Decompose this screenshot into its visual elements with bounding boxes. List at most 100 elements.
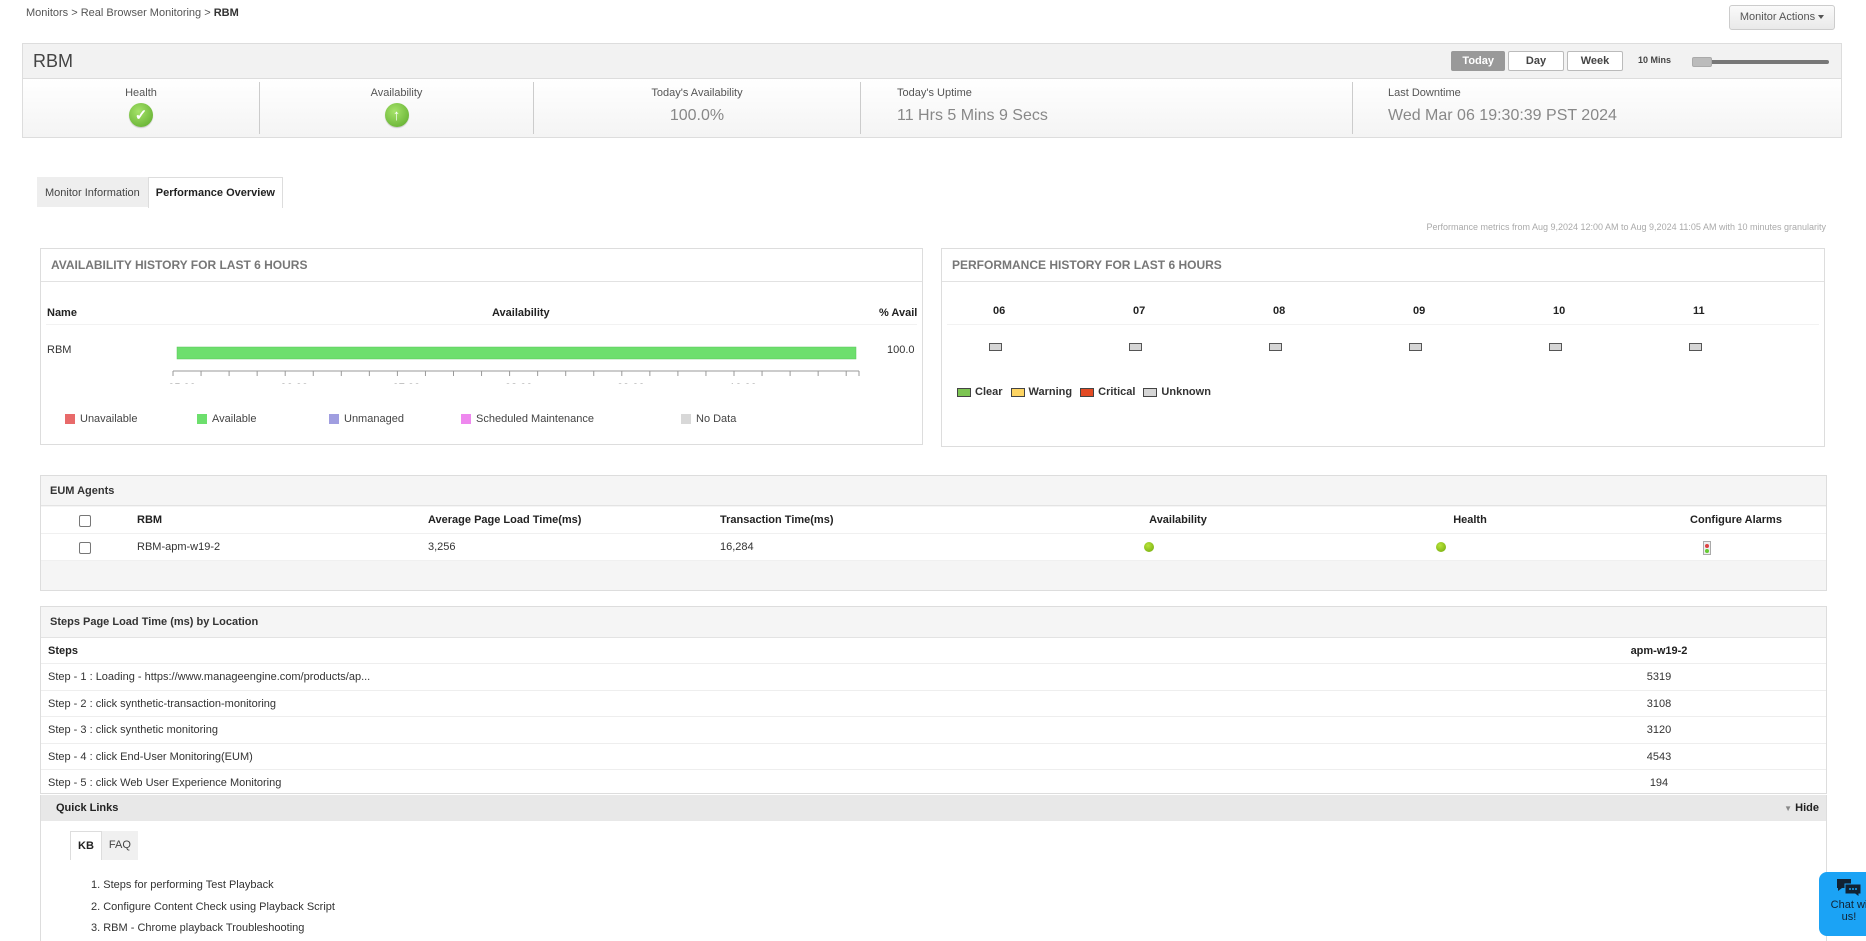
kb-links-list: 1. Steps for performing Test Playback 2.…: [91, 875, 335, 940]
hour-status-box[interactable]: [1549, 343, 1562, 351]
chat-with-us-button[interactable]: Chat wi us!: [1819, 872, 1866, 936]
kb-link[interactable]: 1. Steps for performing Test Playback: [91, 875, 335, 897]
step-name: Step - 3 : click synthetic monitoring: [48, 724, 218, 737]
legend-item: Unmanaged: [329, 413, 404, 425]
hour-status-box[interactable]: [989, 343, 1002, 351]
hour-status-box[interactable]: [1269, 343, 1282, 351]
quick-links-title: Quick Links: [56, 802, 119, 814]
step-value: 4543: [1646, 750, 1672, 763]
hour-status-box[interactable]: [1689, 343, 1702, 351]
axis-tick-label: 05:00: [168, 382, 196, 384]
performance-history-title: PERFORMANCE HISTORY FOR LAST 6 HOURS: [942, 249, 1824, 282]
availability-history-title: AVAILABILITY HISTORY FOR LAST 6 HOURS: [41, 249, 922, 282]
eum-agents-panel: EUM Agents RBM Average Page Load Time(ms…: [40, 475, 1827, 591]
granularity-slider-handle[interactable]: [1692, 57, 1712, 67]
last-downtime-value: Wed Mar 06 19:30:39 PST 2024: [1388, 107, 1617, 124]
monitor-tabs: Monitor Information Performance Overview: [37, 177, 283, 208]
breadcrumb-separator: >: [201, 7, 214, 19]
legend-label: Unknown: [1161, 386, 1211, 398]
legend-swatch: [681, 414, 691, 424]
legend-swatch: [329, 414, 339, 424]
monitor-actions-label: Monitor Actions: [1739, 11, 1816, 23]
todays-uptime-value: 11 Hrs 5 Mins 9 Secs: [897, 107, 1048, 124]
period-today-button[interactable]: Today: [1451, 51, 1505, 71]
legend-item: Clear: [957, 386, 1003, 398]
hour-label: 11: [1693, 305, 1705, 317]
legend-label: No Data: [696, 413, 737, 425]
tab-performance-overview[interactable]: Performance Overview: [147, 177, 283, 208]
step-name: Step - 5 : click Web User Experience Mon…: [48, 776, 282, 789]
monitor-title: RBM: [33, 51, 73, 71]
granularity-slider[interactable]: [1692, 57, 1829, 67]
breadcrumb-monitors[interactable]: Monitors: [26, 7, 68, 19]
legend-item: Unknown: [1143, 386, 1211, 398]
step-value: 3108: [1646, 697, 1672, 710]
column-configure-alarms: Configure Alarms: [1690, 514, 1782, 526]
eum-agent-row: RBM-apm-w19-2 3,256 16,284: [41, 534, 1826, 561]
legend-item: Unavailable: [65, 413, 137, 425]
step-name: Step - 4 : click End-User Monitoring(EUM…: [48, 750, 253, 763]
performance-metrics-note: Performance metrics from Aug 9,2024 12:0…: [1426, 222, 1826, 232]
legend-item: Available: [197, 413, 256, 425]
legend-swatch: [197, 414, 207, 424]
eum-agents-table: RBM Average Page Load Time(ms) Transacti…: [41, 507, 1826, 561]
column-avg-page-load: Average Page Load Time(ms): [428, 514, 582, 526]
step-row: Step - 3 : click synthetic monitoring 312…: [41, 717, 1826, 744]
legend-item: Scheduled Maintenance: [461, 413, 594, 425]
step-value: 194: [1649, 776, 1669, 789]
availability-label: Availability: [370, 87, 423, 99]
legend-swatch: [1080, 387, 1095, 397]
todays-availability-value: 100.0%: [669, 107, 725, 124]
column-transaction-time: Transaction Time(ms): [720, 514, 834, 526]
health-label: Health: [125, 87, 157, 99]
tab-kb[interactable]: KB: [70, 831, 102, 860]
todays-uptime-label: Today's Uptime: [897, 87, 972, 99]
legend-swatch: [957, 387, 971, 397]
last-downtime-stat: Last Downtime Wed Mar 06 19:30:39 PST 20…: [1353, 82, 1841, 134]
quick-links-panel: Quick Links ▼ Hide KB FAQ 1. Steps for p…: [40, 795, 1827, 941]
legend-item: Warning: [1010, 386, 1073, 398]
configure-alarms-icon[interactable]: [1703, 541, 1711, 555]
availability-history-panel: AVAILABILITY HISTORY FOR LAST 6 HOURS Na…: [40, 248, 923, 445]
row-checkbox[interactable]: [79, 542, 91, 554]
monitor-actions-button[interactable]: Monitor Actions: [1729, 5, 1835, 30]
hour-label: 10: [1553, 305, 1566, 317]
step-row: Step - 2 : click synthetic-transaction-m…: [41, 691, 1826, 718]
legend-label: Warning: [1028, 386, 1073, 398]
legend-item: No Data: [681, 413, 736, 425]
hour-label: 08: [1273, 305, 1286, 317]
check-circle-icon: ✓: [129, 103, 153, 127]
breadcrumb-real-browser-monitoring[interactable]: Real Browser Monitoring: [81, 7, 201, 19]
period-week-button[interactable]: Week: [1567, 51, 1623, 71]
todays-availability-stat: Today's Availability 100.0%: [534, 82, 861, 134]
period-day-button[interactable]: Day: [1508, 51, 1564, 71]
legend-swatch: [65, 414, 75, 424]
legend-label: Unavailable: [80, 413, 138, 425]
steps-header-row: Steps apm-w19-2: [41, 638, 1826, 665]
caret-down-icon: ▼: [1784, 804, 1793, 813]
agent-name-link[interactable]: RBM-apm-w19-2: [137, 534, 220, 561]
hide-quick-links-button[interactable]: ▼ Hide: [1784, 795, 1819, 822]
breadcrumb: Monitors > Real Browser Monitoring > RBM: [26, 7, 239, 19]
availability-bar[interactable]: [176, 346, 857, 360]
health-status-icon: [1436, 542, 1446, 552]
tab-monitor-information[interactable]: Monitor Information: [37, 177, 148, 207]
up-arrow-icon: ↑: [384, 103, 409, 127]
hour-status-box[interactable]: [1409, 343, 1422, 351]
column-health: Health: [1453, 514, 1487, 526]
column-steps: Steps: [48, 645, 78, 657]
kb-link[interactable]: 2. Configure Content Check using Playbac…: [91, 897, 335, 919]
hour-label: 06: [993, 305, 1006, 317]
select-all-checkbox[interactable]: [79, 515, 91, 527]
monitor-summary-panel: RBM Today Day Week 10 Mins Health ✓ Avai…: [22, 43, 1842, 138]
kb-link[interactable]: 3. RBM - Chrome playback Troubleshooting: [91, 918, 335, 940]
hour-status-box[interactable]: [1129, 343, 1142, 351]
availability-timeline-chart: 05:00 06:00 07:00 08:00 09:00 10:00: [168, 346, 860, 384]
step-name: Step - 2 : click synthetic-transaction-m…: [48, 697, 277, 710]
granularity-label: 10 Mins: [1637, 55, 1671, 65]
tab-faq[interactable]: FAQ: [101, 831, 138, 860]
step-row: Step - 5 : click Web User Experience Mon…: [41, 770, 1826, 796]
hour-label: 09: [1413, 305, 1426, 317]
steps-page-load-panel: Steps Page Load Time (ms) by Location St…: [40, 606, 1827, 794]
column-location: apm-w19-2: [1630, 645, 1688, 657]
